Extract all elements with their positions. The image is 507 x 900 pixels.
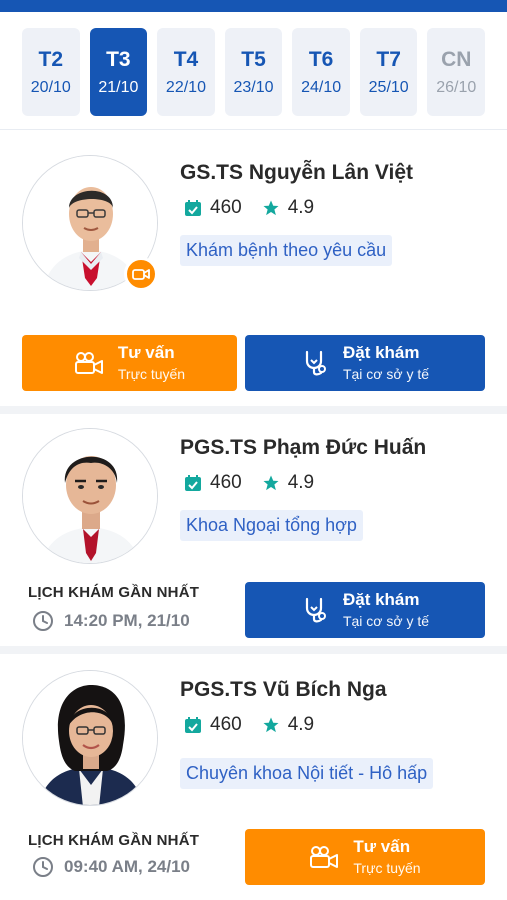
doctor-name[interactable]: GS.TS Nguyễn Lân Việt xyxy=(180,161,413,185)
day-label: CN xyxy=(441,48,472,72)
doctor-card[interactable]: GS.TS Nguyễn Lân Việt 460 4.9 Khám bệnh … xyxy=(0,131,507,407)
schedule-time: 14:20 PM, 21/10 xyxy=(32,610,190,632)
button-subtitle: Tại cơ sở y tế xyxy=(342,365,430,382)
booking-count: 460 xyxy=(210,714,242,735)
button-title: Đặt khám xyxy=(342,590,420,610)
day-date: 25/10 xyxy=(368,78,409,96)
header-bar xyxy=(0,0,507,12)
schedule-time-text: 09:40 AM, 24/10 xyxy=(64,857,190,876)
clock-icon xyxy=(32,610,54,632)
booking-count: 460 xyxy=(210,472,242,493)
video-camera-icon xyxy=(74,351,104,375)
calendar-check-icon xyxy=(184,474,202,492)
day-tab-t2[interactable]: T2 20/10 xyxy=(22,28,80,116)
button-subtitle: Trực tuyến xyxy=(117,365,186,382)
clock-icon xyxy=(32,856,54,878)
day-date: 23/10 xyxy=(233,78,274,96)
button-title: Đặt khám xyxy=(342,343,420,363)
day-date: 20/10 xyxy=(30,78,71,96)
day-label: T2 xyxy=(38,48,64,72)
stethoscope-icon xyxy=(301,596,329,624)
button-title: Tư vấn xyxy=(117,343,175,363)
book-appointment-button[interactable]: Đặt khám Tại cơ sở y tế xyxy=(245,582,485,638)
specialty-tag: Khoa Ngoại tổng hợp xyxy=(180,510,363,541)
stethoscope-icon xyxy=(301,349,329,377)
day-tab-t7[interactable]: T7 25/10 xyxy=(359,28,418,116)
button-subtitle: Trực tuyến xyxy=(353,859,421,876)
consult-online-button[interactable]: Tư vấn Trực tuyến xyxy=(22,335,237,391)
day-label: T5 xyxy=(241,48,266,72)
booking-count: 460 xyxy=(210,197,242,218)
schedule-time-text: 14:20 PM, 21/10 xyxy=(64,611,190,630)
button-subtitle: Tại cơ sở y tế xyxy=(342,612,430,629)
day-tab-t6[interactable]: T6 24/10 xyxy=(292,28,350,116)
day-label: T7 xyxy=(376,48,401,72)
day-selector: T2 20/10 T3 21/10 T4 22/10 T5 23/10 T6 24/10 … xyxy=(0,12,507,130)
calendar-check-icon xyxy=(184,199,202,217)
day-label: T6 xyxy=(308,48,334,72)
doctor-card[interactable]: PGS.TS Phạm Đức Huấn 460 4.9 Khoa Ngoại … xyxy=(0,414,507,646)
day-tab-cn[interactable]: CN 26/10 xyxy=(427,28,486,116)
day-date: 26/10 xyxy=(436,78,477,96)
divider xyxy=(0,406,507,414)
doctor-avatar xyxy=(22,670,158,806)
day-tab-t5[interactable]: T5 23/10 xyxy=(224,28,283,116)
day-date: 21/10 xyxy=(98,78,139,96)
doctor-card[interactable]: PGS.TS Vũ Bích Nga 460 4.9 Chuyên khoa N… xyxy=(0,654,507,900)
doctor-stats: 460 4.9 xyxy=(184,472,314,494)
star-icon xyxy=(262,716,280,734)
day-label: T3 xyxy=(106,48,131,72)
star-icon xyxy=(262,474,280,492)
day-date: 24/10 xyxy=(301,78,342,96)
doctor-stats: 460 4.9 xyxy=(184,714,314,736)
schedule-label: LỊCH KHÁM GẦN NHẤT xyxy=(28,832,200,849)
doctor-name[interactable]: PGS.TS Phạm Đức Huấn xyxy=(180,436,426,460)
doctor-avatar xyxy=(22,428,158,564)
doctor-name[interactable]: PGS.TS Vũ Bích Nga xyxy=(180,678,387,702)
day-date: 22/10 xyxy=(165,78,206,96)
day-tab-t3[interactable]: T3 21/10 xyxy=(89,28,148,116)
rating-value: 4.9 xyxy=(287,197,315,218)
rating-value: 4.9 xyxy=(287,714,315,735)
rating-value: 4.9 xyxy=(287,472,315,493)
button-title: Tư vấn xyxy=(353,837,411,857)
schedule-label: LỊCH KHÁM GẦN NHẤT xyxy=(28,584,200,601)
specialty-tag: Khám bệnh theo yêu cầu xyxy=(180,235,393,266)
book-appointment-button[interactable]: Đặt khám Tại cơ sở y tế xyxy=(245,335,485,391)
video-camera-icon xyxy=(309,845,339,869)
day-tab-t4[interactable]: T4 22/10 xyxy=(157,28,215,116)
calendar-check-icon xyxy=(184,716,202,734)
day-label: T4 xyxy=(173,48,199,72)
star-icon xyxy=(262,199,280,217)
doctor-stats: 460 4.9 xyxy=(184,197,314,219)
consult-online-button[interactable]: Tư vấn Trực tuyến xyxy=(245,829,485,885)
schedule-time: 09:40 AM, 24/10 xyxy=(32,856,190,878)
divider xyxy=(0,646,507,654)
video-camera-icon xyxy=(124,257,158,291)
specialty-tag: Chuyên khoa Nội tiết - Hô hấp xyxy=(180,758,434,789)
